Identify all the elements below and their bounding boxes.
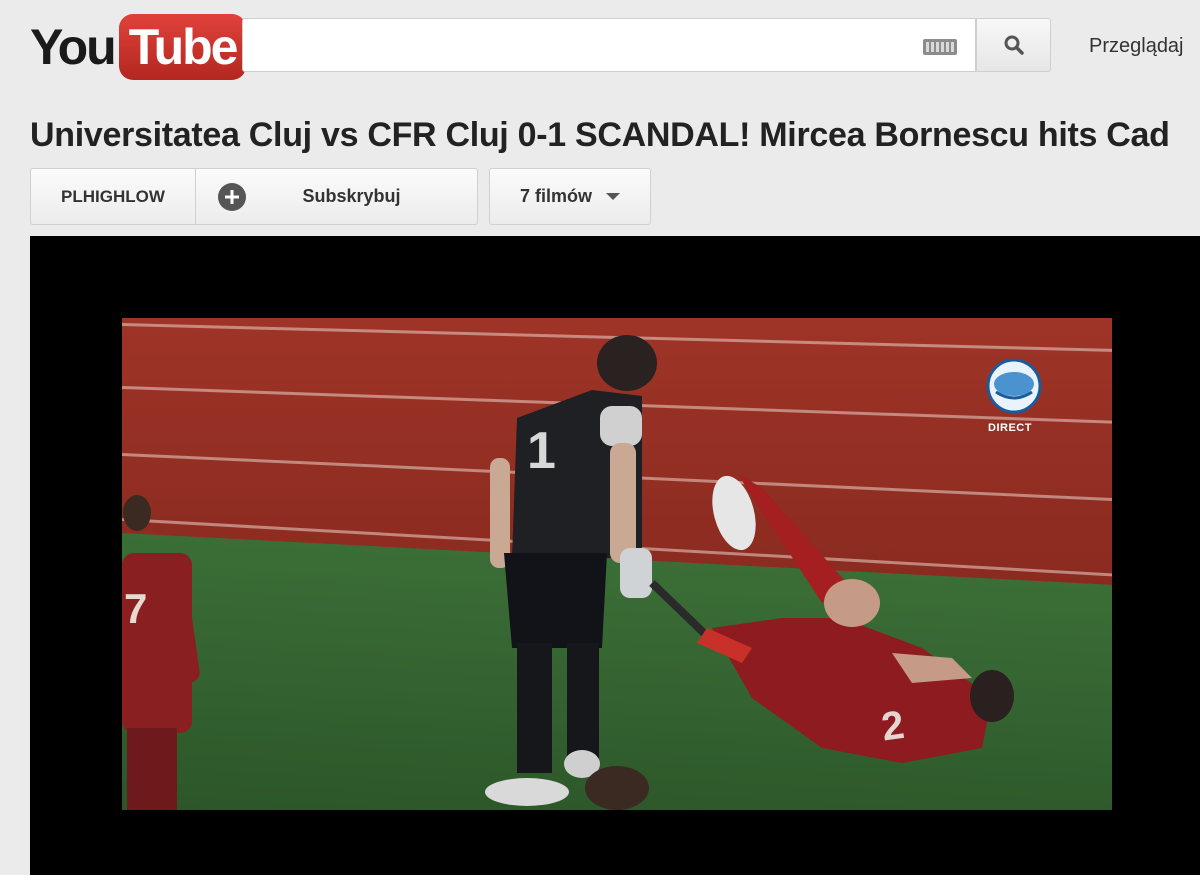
search-icon <box>1004 35 1024 55</box>
fallen-player-figure: 2 <box>697 473 1014 763</box>
caret-down-icon <box>606 193 620 200</box>
logo-tube-box: Tube <box>118 14 247 80</box>
browse-link[interactable]: Przeglądaj <box>1089 35 1184 58</box>
youtube-logo[interactable]: You Tube <box>30 14 247 80</box>
video-frame: 7 1 2 DIRECT <box>122 318 1112 810</box>
jersey-number-1: 1 <box>527 422 556 480</box>
subscribe-button[interactable]: Subskrybuj <box>196 169 477 224</box>
search-box <box>242 18 976 72</box>
video-scene: 7 1 2 <box>122 335 1014 810</box>
videos-count-label: 7 filmów <box>519 186 592 206</box>
left-player-figure: 7 <box>122 495 200 810</box>
live-badge: DIRECT <box>988 422 1032 434</box>
logo-you-text: You <box>30 19 117 75</box>
jersey-number-7: 7 <box>124 585 147 632</box>
channel-videos-dropdown[interactable]: 7 filmów <box>489 168 651 225</box>
plus-icon <box>218 182 246 211</box>
channel-name-link[interactable]: PLHIGHLOW <box>31 169 196 224</box>
search-button[interactable] <box>976 18 1051 72</box>
tv-channel-logo-icon <box>986 358 1042 414</box>
video-player[interactable]: 7 1 2 DIRECT <box>30 236 1200 875</box>
keyboard-icon[interactable] <box>923 39 957 55</box>
search-input[interactable] <box>255 19 919 71</box>
logo-tube-text: Tube <box>128 19 239 75</box>
video-title: Universitatea Cluj vs CFR Cluj 0-1 SCAND… <box>30 116 1170 154</box>
subscribe-label: Subskrybuj <box>302 186 401 206</box>
goalkeeper-figure: 1 <box>485 335 710 806</box>
youtube-page: You Tube Przeglądaj Universitatea Cluj v… <box>0 0 1200 875</box>
channel-bar: PLHIGHLOW Subskrybuj <box>30 168 478 225</box>
